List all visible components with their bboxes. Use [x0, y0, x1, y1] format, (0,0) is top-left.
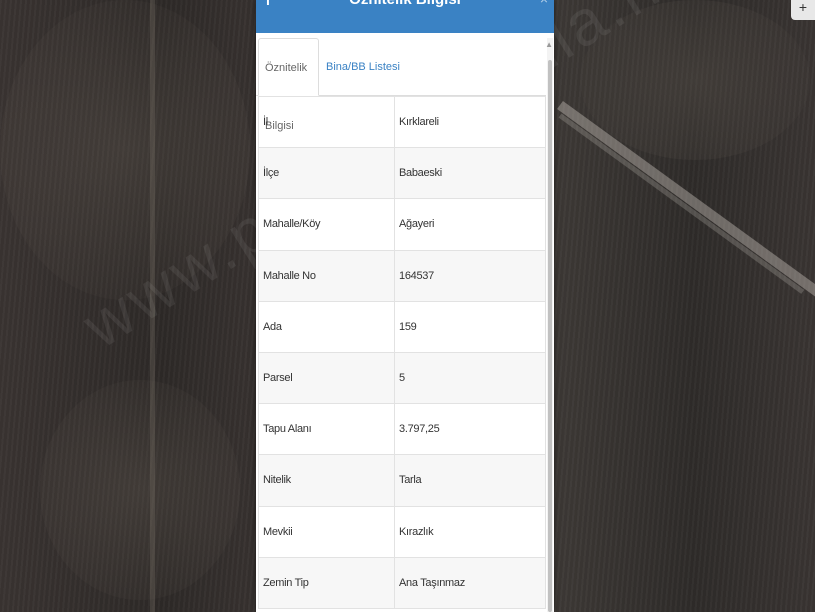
tab-attribute-info[interactable]: Öznitelik Bilgisi — [258, 38, 319, 132]
attribute-key: Nitelik — [258, 454, 395, 507]
table-row: İlçe Babaeski — [258, 147, 546, 200]
table-row: Ada 159 — [258, 300, 546, 353]
table-row: Mahalle/Köy Ağayeri — [258, 198, 546, 251]
scrollbar-thumb[interactable] — [548, 60, 552, 612]
attribute-panel: i Öznitelik Bilgisi × Öznitelik Bilgisi … — [256, 0, 554, 612]
map-field-patch — [40, 380, 240, 600]
attribute-key: Zemin Tip — [258, 556, 395, 609]
attribute-value: Ağayeri — [394, 198, 546, 251]
attribute-value: 164537 — [394, 249, 546, 302]
attribute-key: Mahalle/Köy — [258, 198, 395, 251]
attribute-value: Ana Taşınmaz — [394, 556, 546, 609]
attribute-value: Babaeski — [394, 147, 546, 200]
attribute-value: Tarla — [394, 454, 546, 507]
table-row: Nitelik Tarla — [258, 454, 546, 507]
attribute-value: 3.797,25 — [394, 403, 546, 456]
table-row: Parsel 5 — [258, 351, 546, 405]
tab-bar: Öznitelik Bilgisi Bina/BB Listesi — [256, 38, 546, 132]
attribute-key: İl — [258, 95, 395, 149]
panel-title: Öznitelik Bilgisi — [256, 0, 554, 8]
attribute-key: Tapu Alanı — [258, 403, 395, 456]
close-icon[interactable]: × — [540, 0, 548, 7]
panel-header: i Öznitelik Bilgisi × — [256, 0, 554, 33]
scroll-up-arrow-icon[interactable]: ▲ — [545, 40, 553, 49]
attribute-value: 159 — [394, 300, 546, 353]
attribute-value: Kırklareli — [394, 95, 546, 149]
table-row: Zemin Tip Ana Taşınmaz — [258, 556, 546, 609]
attribute-key: Mevkii — [258, 505, 395, 558]
attribute-table: İl Kırklareli İlçe Babaeski Mahalle/Köy Ağa… — [258, 95, 546, 609]
attribute-key: Mahalle No — [258, 249, 395, 302]
attribute-key: İlçe — [258, 147, 395, 200]
tab-building-list[interactable]: Bina/BB Listesi — [320, 38, 406, 96]
attribute-value: 5 — [394, 351, 546, 405]
table-row: İl Kırklareli — [258, 95, 546, 149]
table-row: Mahalle No 164537 — [258, 249, 546, 302]
table-row: Mevkii Kırazlık — [258, 505, 546, 558]
zoom-in-button[interactable]: + — [791, 0, 815, 20]
attribute-key: Parsel — [258, 351, 395, 405]
attribute-key: Ada — [258, 300, 395, 353]
table-row: Tapu Alanı 3.797,25 — [258, 403, 546, 456]
attribute-value: Kırazlık — [394, 505, 546, 558]
